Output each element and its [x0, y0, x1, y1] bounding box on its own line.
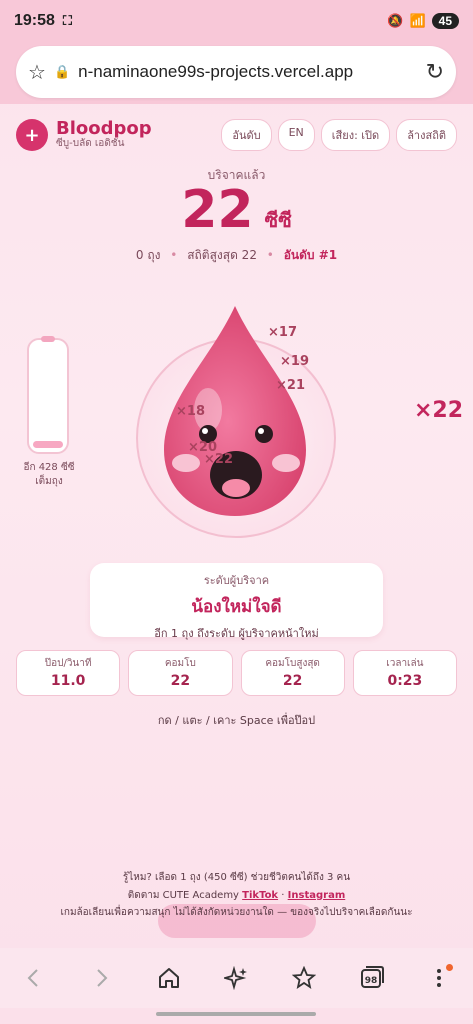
chevron-left-icon — [27, 969, 38, 987]
combo-float: ×18 — [176, 404, 205, 419]
combo-multiplier: ×22 — [414, 398, 464, 423]
donor-level-name: น้องใหม่ใจดี — [191, 597, 282, 617]
language-button[interactable]: EN — [277, 119, 315, 151]
stats-line: 0 ถุง • สถิติสูงสุด 22 • อันดับ #1 — [135, 248, 338, 262]
donor-level-label: ระดับผู้บริจาค — [203, 574, 270, 587]
blood-bag-meter — [27, 336, 69, 454]
brand-subtitle: ซีบู-บลัด เอดิชั่น — [56, 138, 125, 150]
battery-indicator: 45 — [431, 13, 459, 29]
status-bar: 19:58 ⛶ 🔕 📶 45 — [0, 0, 473, 42]
tabs-count-icon: 98 — [360, 966, 384, 988]
stat-pops-per-second: ป๊อป/วินาที 11.0 — [16, 650, 121, 696]
url-text[interactable]: n-naminaone99s-projects.vercel.app — [78, 62, 417, 82]
tabs-button[interactable]: 98 — [352, 958, 392, 998]
donor-level-card: ระดับผู้บริจาค น้องใหม่ใจดี อีก 1 ถุง ถึ… — [90, 563, 383, 640]
url-bar[interactable]: ☆ 🔒 n-naminaone99s-projects.vercel.app ↻ — [16, 46, 456, 98]
tiktok-link[interactable]: TikTok — [242, 890, 278, 901]
svg-text:98: 98 — [364, 976, 377, 986]
blood-bag-cap — [41, 336, 55, 342]
instagram-link[interactable]: Instagram — [288, 890, 346, 901]
blood-bag-fill — [33, 441, 63, 448]
stats-row: ป๊อป/วินาที 11.0 คอมโบ 22 คอมโบสูงสุด 22… — [16, 650, 457, 696]
rank-button[interactable]: อันดับ — [221, 119, 272, 151]
blood-fact: รู้ไหม? เลือด 1 ถุง (450 ซีซี) ช่วยชีวิต… — [122, 872, 351, 883]
app-header: + Bloodpop ซีบู-บลัด เอดิชั่น อันดับ EN … — [16, 114, 457, 156]
sound-toggle-button[interactable]: เสียง: เปิด — [320, 119, 391, 151]
back-button[interactable] — [14, 958, 54, 998]
home-indicator[interactable] — [156, 1012, 316, 1016]
score-value: 22 — [181, 180, 254, 240]
browser-bottom-nav: 98 — [0, 948, 473, 1008]
lock-icon: 🔒 — [53, 64, 71, 80]
stat-combo: คอมโบ 22 — [128, 650, 233, 696]
menu-button[interactable] — [419, 958, 459, 998]
footer: รู้ไหม? เลือด 1 ถุง (450 ซีซี) ช่วยชีวิต… — [0, 869, 473, 922]
star-list-icon — [292, 966, 317, 989]
bookmark-star-icon[interactable]: ☆ — [28, 60, 46, 84]
screenshot-icon: ⛶ — [62, 13, 73, 28]
notification-dot — [446, 964, 454, 971]
best-score: สถิติสูงสุด 22 — [187, 248, 257, 262]
score-unit: ซีซี — [264, 208, 292, 232]
control-hint: กด / แตะ / เคาะ Space เพื่อป๊อป — [157, 714, 316, 727]
wifi-icon: 📶 — [409, 13, 426, 28]
home-icon — [158, 968, 179, 988]
brand-name: Bloodpop — [56, 118, 152, 140]
sparkle-icon — [224, 966, 248, 990]
reset-stats-button[interactable]: ล้างสถิติ — [396, 119, 457, 151]
donor-level-next: อีก 1 ถุง ถึงระดับ ผู้บริจาคหน้าใหม่ — [154, 627, 319, 640]
rank-indicator: อันดับ #1 — [283, 248, 338, 262]
bookmarks-button[interactable] — [284, 958, 324, 998]
chevron-right-icon — [97, 969, 108, 987]
follow-label: ติดตาม CUTE Academy — [127, 889, 239, 901]
bag-count: 0 ถุง — [135, 248, 161, 262]
stat-play-time: เวลาเล่น 0:23 — [352, 650, 457, 696]
combo-float: ×19 — [280, 354, 309, 369]
bag-remaining-label: อีก 428 ซีซี เต็มถุง — [23, 462, 75, 487]
mute-icon: 🔕 — [387, 13, 404, 28]
status-time: 19:58 — [14, 12, 55, 29]
stat-max-combo: คอมโบสูงสุด 22 — [240, 650, 345, 696]
home-button[interactable] — [149, 958, 189, 998]
logo-icon: + — [16, 119, 48, 151]
disclaimer: เกมล้อเลียนเพื่อความสนุก ไม่ได้สังกัดหน่… — [60, 907, 413, 918]
score-display: 22 ซีซี — [0, 180, 473, 240]
ai-assistant-button[interactable] — [216, 958, 256, 998]
forward-button[interactable] — [81, 958, 121, 998]
reload-icon[interactable]: ↻ — [426, 60, 444, 85]
combo-float: ×22 — [204, 452, 233, 467]
combo-float: ×17 — [268, 325, 297, 340]
combo-float: ×21 — [276, 378, 305, 393]
